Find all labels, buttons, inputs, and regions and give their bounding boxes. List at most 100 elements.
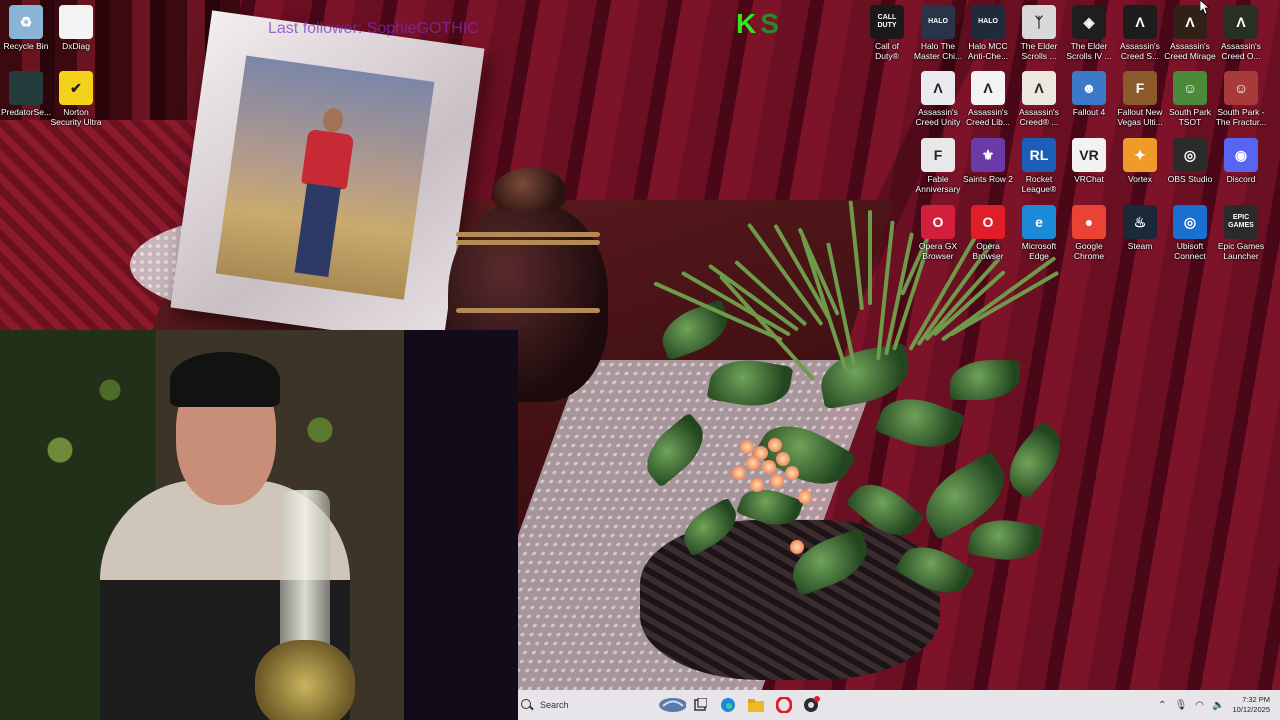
opera-taskbar-icon[interactable] bbox=[770, 690, 798, 720]
desktop-icon-label: The Elder Scrolls IV ... bbox=[1066, 41, 1112, 61]
desktop-icon-assassins-creed-unity[interactable]: Λ Assassin's Creed Unity bbox=[912, 71, 964, 127]
desktop-icon-vortex[interactable]: ✦ Vortex bbox=[1114, 138, 1166, 184]
desktop-icon-epic-games[interactable]: EPIC GAMES Epic Games Launcher bbox=[1215, 205, 1267, 261]
desktop-icon-norton[interactable]: ✔ Norton Security Ultra bbox=[50, 71, 102, 127]
dxdiag-icon bbox=[59, 5, 93, 39]
plant-blade bbox=[868, 210, 872, 305]
desktop-icon-opera-gx[interactable]: O Opera GX Browser bbox=[912, 205, 964, 261]
plant-flower bbox=[762, 460, 776, 474]
desktop-icon-label: Call of Duty® bbox=[874, 41, 900, 61]
file-explorer-icon[interactable] bbox=[742, 690, 770, 720]
assassins-creed-lib-icon: Λ bbox=[971, 71, 1005, 105]
taskbar: Search ⌃ 🎙 ◠ 🔈 7:32 PM 10/12/2025 bbox=[518, 690, 1280, 720]
desktop-icon-discord[interactable]: ◉ Discord bbox=[1215, 138, 1267, 184]
plant-flower bbox=[746, 456, 760, 470]
speaker-icon[interactable]: 🔈 bbox=[1212, 700, 1224, 711]
obs-taskbar-icon[interactable] bbox=[798, 690, 826, 720]
desktop-icon-fallout-new-vegas[interactable]: F Fallout New Vegas Ulti... bbox=[1114, 71, 1166, 127]
desktop-icon-label: Assassin's Creed O... bbox=[1221, 41, 1261, 61]
plant bbox=[620, 190, 1100, 670]
desktop-icon-label: Norton Security Ultra bbox=[50, 107, 102, 127]
plant-flower bbox=[750, 478, 764, 492]
desktop-icon-assassins-creed-s[interactable]: Λ Assassin's Creed S... bbox=[1114, 5, 1166, 61]
desktop-icon-fallout-4[interactable]: ☻ Fallout 4 bbox=[1063, 71, 1115, 117]
plant-leaf bbox=[706, 353, 794, 413]
desktop-icon-label: Fallout New Vegas Ulti... bbox=[1117, 107, 1163, 127]
task-view-icon[interactable] bbox=[686, 690, 714, 720]
desktop-icon-label: Ubisoft Connect bbox=[1174, 241, 1206, 261]
call-of-duty-icon: CALL DUTY bbox=[870, 5, 904, 39]
desktop-icon-label: Opera Browser bbox=[972, 241, 1004, 261]
desktop-icon-label: South Park TSOT bbox=[1168, 107, 1212, 127]
search-label: Search bbox=[540, 700, 569, 710]
desktop-icon-label: Google Chrome bbox=[1073, 241, 1105, 261]
desktop-icon-label: Assassin's Creed Unity bbox=[915, 107, 961, 127]
desktop-icon-label: South Park - The Fractur... bbox=[1215, 107, 1267, 127]
opera-gx-icon: O bbox=[921, 205, 955, 239]
clock-time: 7:32 PM bbox=[1242, 695, 1270, 704]
desktop-icon-label: Assassin's Creed S... bbox=[1120, 41, 1160, 61]
plant-leaf bbox=[997, 420, 1073, 500]
desktop-icon-label: Recycle Bin bbox=[3, 41, 49, 51]
edge-taskbar-icon[interactable] bbox=[714, 690, 742, 720]
south-park-fractured-icon: ☺ bbox=[1224, 71, 1258, 105]
norton-icon: ✔ bbox=[59, 71, 93, 105]
desktop-icon-assassins-creed-lib[interactable]: Λ Assassin's Creed Lib... bbox=[962, 71, 1014, 127]
desktop-icon-south-park-tsot[interactable]: ☺ South Park TSOT bbox=[1164, 71, 1216, 127]
desktop-icon-label: Halo MCC Anti-Che... bbox=[967, 41, 1009, 61]
desktop-icon-label: Microsoft Edge bbox=[1021, 241, 1057, 261]
plant-leaf bbox=[635, 412, 715, 488]
plant-leaf bbox=[753, 410, 857, 500]
desktop-icon-label: Vortex bbox=[1127, 174, 1153, 184]
desktop-icon-elder-scrolls-skyrim[interactable]: ᛉ The Elder Scrolls ... bbox=[1013, 5, 1065, 61]
plant-blade bbox=[876, 220, 895, 361]
system-tray: ⌃ 🎙 ◠ 🔈 7:32 PM 10/12/2025 bbox=[1158, 695, 1280, 715]
desktop-icon-assassins-creed-o[interactable]: Λ Assassin's Creed O... bbox=[1215, 5, 1267, 61]
desktop-icon-ubisoft-connect[interactable]: ◎ Ubisoft Connect bbox=[1164, 205, 1216, 261]
plant-flower bbox=[740, 440, 754, 454]
desktop-icon-label: Saints Row 2 bbox=[962, 174, 1014, 184]
microphone-icon[interactable]: 🎙 bbox=[1175, 700, 1188, 711]
desktop-icon-obs-studio[interactable]: ◎ OBS Studio bbox=[1164, 138, 1216, 184]
plant-leaf bbox=[735, 480, 805, 534]
plant-flower bbox=[776, 452, 790, 466]
desktop-icon-halo-master-chief[interactable]: HALO Halo The Master Chi... bbox=[912, 5, 964, 61]
clock[interactable]: 7:32 PM 10/12/2025 bbox=[1232, 695, 1270, 715]
desktop-icon-halo-mcc[interactable]: HALO Halo MCC Anti-Che... bbox=[962, 5, 1014, 61]
desktop-icon-rocket-league[interactable]: RL Rocket League® bbox=[1013, 138, 1065, 194]
taskbar-search[interactable]: Search bbox=[518, 690, 658, 720]
desktop-icon-recycle-bin[interactable]: ♻ Recycle Bin bbox=[0, 5, 52, 51]
vrchat-icon: VR bbox=[1072, 138, 1106, 172]
wifi-icon[interactable]: ◠ bbox=[1195, 700, 1204, 711]
desktop-icon-microsoft-edge[interactable]: e Microsoft Edge bbox=[1013, 205, 1065, 261]
desktop-icon-assassins-creed-r[interactable]: Λ Assassin's Creed® ... bbox=[1013, 71, 1065, 127]
chevron-up-icon[interactable]: ⌃ bbox=[1158, 700, 1166, 711]
ubisoft-connect-icon: ◎ bbox=[1173, 205, 1207, 239]
desktop-icon-google-chrome[interactable]: ● Google Chrome bbox=[1063, 205, 1115, 261]
search-icon bbox=[520, 698, 534, 712]
desktop-icon-fable-anniversary[interactable]: F Fable Anniversary bbox=[912, 138, 964, 194]
obs-studio-icon: ◎ bbox=[1173, 138, 1207, 172]
desktop-icon-elder-scrolls-iv[interactable]: ◈ The Elder Scrolls IV ... bbox=[1063, 5, 1115, 61]
microsoft-edge-icon: e bbox=[1022, 205, 1056, 239]
fallout-4-icon: ☻ bbox=[1072, 71, 1106, 105]
assassins-creed-s-icon: Λ bbox=[1123, 5, 1157, 39]
last-follower-overlay: Last follower: SophieGOTHIC bbox=[268, 20, 479, 37]
plant-leaf bbox=[675, 497, 745, 557]
desktop-icon-predatorsense[interactable]: PredatorSe... bbox=[0, 71, 52, 117]
desktop-icon-vrchat[interactable]: VR VRChat bbox=[1063, 138, 1115, 184]
desktop-icon-call-of-duty[interactable]: CALL DUTY Call of Duty® bbox=[861, 5, 913, 61]
desktop-icon-dxdiag[interactable]: DxDiag bbox=[50, 5, 102, 51]
halo-mcc-icon: HALO bbox=[971, 5, 1005, 39]
clock-date: 10/12/2025 bbox=[1232, 705, 1270, 714]
fable-anniversary-icon: F bbox=[921, 138, 955, 172]
steam-icon: ♨ bbox=[1123, 205, 1157, 239]
desktop-icon-saints-row-2[interactable]: ⚜ Saints Row 2 bbox=[962, 138, 1014, 184]
desktop-icon-steam[interactable]: ♨ Steam bbox=[1114, 205, 1166, 251]
desktop-icon-label: OBS Studio bbox=[1167, 174, 1213, 184]
assassins-creed-o-icon: Λ bbox=[1224, 5, 1258, 39]
desktop-icon-opera-browser[interactable]: O Opera Browser bbox=[962, 205, 1014, 261]
search-highlight-icon[interactable] bbox=[658, 690, 686, 720]
desktop-icon-label: VRChat bbox=[1074, 174, 1104, 184]
desktop-icon-south-park-fractured[interactable]: ☺ South Park - The Fractur... bbox=[1215, 71, 1267, 127]
